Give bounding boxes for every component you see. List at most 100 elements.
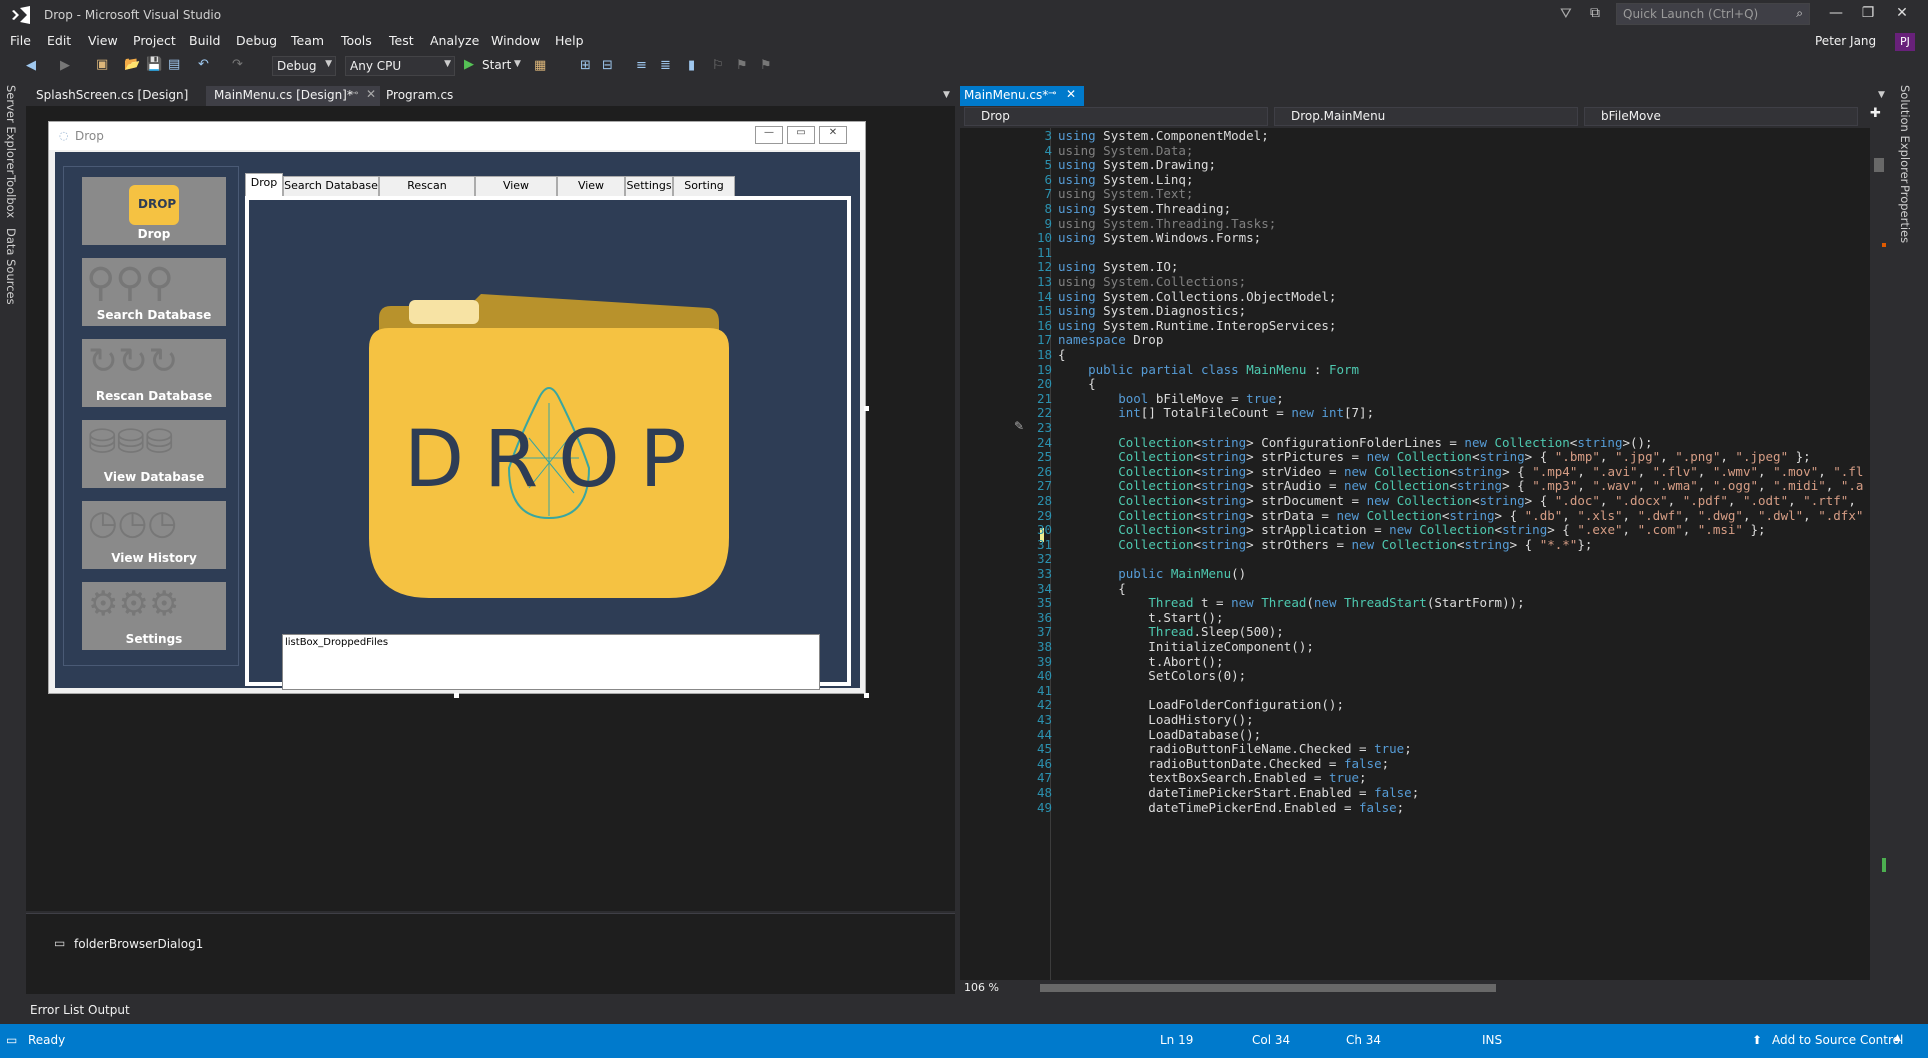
tab-mainmenu-cs[interactable]: MainMenu.cs* ⊸ ✕ [960,86,1084,106]
filter-icon[interactable]: ⛛ [1560,6,1572,22]
form-tab-drop[interactable]: Drop [245,173,283,196]
scroll-thumb[interactable] [1874,158,1884,172]
restore-button[interactable]: ❐ [1858,5,1878,25]
member-dropdown[interactable]: bFileMove [1584,107,1858,126]
side-button-view-database[interactable]: ⛁⛁⛁ View Database [82,420,226,488]
vertical-scrollbar[interactable] [1870,128,1888,980]
code-line[interactable]: t.Abort(); [1058,654,1223,669]
code-line[interactable]: using System.Drawing; [1058,157,1216,172]
tab-program-cs[interactable]: Program.cs [386,88,453,102]
pin-icon[interactable]: ⊸ [1048,88,1056,99]
close-window-button[interactable]: ✕ [1892,5,1912,25]
code-line[interactable]: LoadHistory(); [1058,712,1253,727]
code-line[interactable]: using System.ComponentModel; [1058,128,1269,143]
save-all-icon[interactable]: ▤ [168,57,180,72]
data-sources-tab[interactable]: Data Sources [4,228,18,305]
code-line[interactable]: using System.Text; [1058,186,1193,201]
code-line[interactable]: Collection<string> strDocument = new Col… [1058,493,1856,508]
undo-icon[interactable]: ↶ [198,57,209,72]
code-line[interactable]: bool bFileMove = true; [1058,391,1284,406]
outdent-icon[interactable]: ≣ [660,58,671,73]
feedback-icon[interactable]: ⧉ [1590,5,1600,21]
code-line[interactable]: using System.Windows.Forms; [1058,230,1261,245]
code-line[interactable]: using System.Threading; [1058,201,1231,216]
form-mainmenu[interactable]: ◌ Drop — ▭ ✕ DROP Drop ⚲⚲⚲ Search Databa… [48,121,866,694]
prev-bookmark-icon[interactable]: ⚐ [712,58,724,73]
code-line[interactable]: using System.Threading.Tasks; [1058,216,1276,231]
menu-file[interactable]: File [10,33,31,48]
server-explorer-tab[interactable]: Server Explorer [4,85,18,174]
bookmark-icon[interactable]: ▮ [688,58,695,73]
browser-link-icon[interactable]: ▦ [534,58,546,73]
side-button-drop[interactable]: DROP Drop [82,177,226,245]
redo-icon[interactable]: ↷ [232,57,243,72]
code-line[interactable]: radioButtonFileName.Checked = true; [1058,741,1411,756]
code-line[interactable]: using System.Diagnostics; [1058,303,1246,318]
side-button-search-database[interactable]: ⚲⚲⚲ Search Database [82,258,226,326]
side-button-settings[interactable]: ⚙⚙⚙ Settings [82,582,226,650]
avatar[interactable]: PJ [1895,33,1915,51]
code-line[interactable]: Thread.Sleep(500); [1058,624,1283,639]
side-button-rescan-database[interactable]: ↻↻↻ Rescan Database [82,339,226,407]
code-line[interactable]: LoadFolderConfiguration(); [1058,697,1344,712]
solution-explorer-tab[interactable]: Solution Explorer [1898,85,1912,183]
code-line[interactable]: { [1058,347,1066,362]
menu-help[interactable]: Help [555,33,584,48]
menu-test[interactable]: Test [389,33,414,48]
visual-studio-logo-icon[interactable] [10,5,32,25]
side-button-view-history[interactable]: ◷◷◷ View History [82,501,226,569]
drop-area[interactable]: DROP listBox_DroppedFiles [249,200,847,690]
code-line[interactable]: using System.Collections; [1058,274,1246,289]
next-bookmark-icon[interactable]: ⚑ [736,58,748,73]
code-line[interactable]: namespace Drop [1058,332,1163,347]
code-line[interactable]: Collection<string> strPictures = new Col… [1058,449,1810,464]
code-line[interactable]: radioButtonDate.Checked = false; [1058,756,1389,771]
code-line[interactable]: using System.IO; [1058,259,1178,274]
platform-dropdown[interactable]: Any CPU ▼ [345,56,455,76]
form-tab-view-database[interactable]: View Database [475,176,557,210]
code-line[interactable]: using System.Linq; [1058,172,1193,187]
menu-window[interactable]: Window [491,33,540,48]
user-name[interactable]: Peter Jang [1815,34,1876,48]
resize-handle[interactable] [864,406,869,411]
add-to-source-control-button[interactable]: Add to Source Control [1772,1033,1903,1047]
tab-error-list[interactable]: Error List [30,1003,84,1017]
form-tab-settings[interactable]: Settings [625,176,673,196]
quick-launch-input[interactable]: Quick Launch (Ctrl+Q) ⌕ [1616,3,1810,25]
start-button[interactable]: ▶ Start ▼ [464,57,524,75]
menu-team[interactable]: Team [291,33,324,48]
chevron-up-icon[interactable]: ▲ [1894,1033,1901,1043]
code-line[interactable]: InitializeComponent(); [1058,639,1314,654]
tab-splashscreen-design[interactable]: SplashScreen.cs [Design] [36,88,188,102]
toolbox-tab[interactable]: Toolbox [4,175,18,218]
open-file-icon[interactable]: 📂 [124,57,140,72]
properties-tab[interactable]: Properties [1898,185,1912,243]
type-dropdown[interactable]: Drop.MainMenu [1274,107,1578,126]
scroll-thumb[interactable] [1040,984,1496,992]
menu-tools[interactable]: Tools [341,33,372,48]
form-tab-rescan-database[interactable]: Rescan Database [379,176,475,210]
code-line[interactable]: using System.Collections.ObjectModel; [1058,289,1336,304]
designer-surface[interactable]: ◌ Drop — ▭ ✕ DROP Drop ⚲⚲⚲ Search Databa… [26,106,955,911]
code-line[interactable]: int[] TotalFileCount = new int[7]; [1058,405,1374,420]
menu-view[interactable]: View [88,33,118,48]
menu-project[interactable]: Project [133,33,176,48]
form-tab-view-history[interactable]: View History [557,176,625,210]
code-line[interactable]: dateTimePickerEnd.Enabled = false; [1058,800,1404,815]
align-icon[interactable]: ⊞ [580,58,591,73]
code-line[interactable]: Collection<string> strOthers = new Colle… [1058,537,1592,552]
save-icon[interactable]: 💾 [146,57,162,72]
form-tab-sorting-test[interactable]: Sorting test [673,176,735,210]
resize-handle[interactable] [454,693,459,698]
close-icon[interactable]: ✕ [366,87,376,101]
zoom-level[interactable]: 106 % [964,981,999,994]
code-line[interactable]: textBoxSearch.Enabled = true; [1058,770,1366,785]
pin-icon[interactable]: ⊸ [350,88,358,99]
new-project-icon[interactable]: ▣ [96,57,108,72]
code-line[interactable]: using System.Runtime.InteropServices; [1058,318,1336,333]
tab-output[interactable]: Output [88,1003,130,1017]
code-line[interactable]: SetColors(0); [1058,668,1246,683]
clear-bookmarks-icon[interactable]: ⚑ [760,58,772,73]
resize-handle[interactable] [864,693,869,698]
code-line[interactable]: { [1058,581,1126,596]
